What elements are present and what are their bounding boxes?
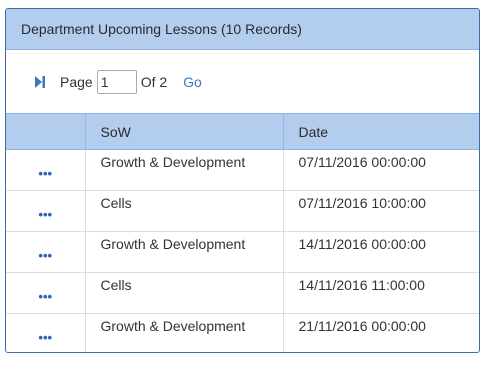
sow-cell: Growth & Development [84,149,283,191]
date-cell: 14/11/2016 00:00:00 [282,231,479,273]
column-header-actions [6,113,85,150]
sow-cell: Cells [84,190,283,232]
table-row: ••• Cells 07/11/2016 10:00:00 [6,190,479,232]
more-options-icon[interactable]: ••• [38,207,52,222]
go-link[interactable]: Go [183,74,202,90]
page-count-label: Of 2 [140,73,168,90]
panel-header: Department Upcoming Lessons (10 Records) [6,9,479,50]
lessons-table: SoW Date ••• Growth & Development 07/11/… [6,113,479,353]
pager: Page Of 2 Go [6,50,479,113]
date-cell: 21/11/2016 00:00:00 [282,313,479,352]
date-cell: 14/11/2016 11:00:00 [282,272,479,314]
row-actions-cell: ••• [6,231,85,273]
lessons-panel: Department Upcoming Lessons (10 Records)… [5,8,480,353]
panel-title: Department Upcoming Lessons (10 Records) [21,21,302,37]
page-number-input[interactable] [96,69,137,94]
column-header-sow[interactable]: SoW [84,113,283,150]
table-row: ••• Growth & Development 14/11/2016 00:0… [6,231,479,273]
table-header-row: SoW Date [6,113,479,150]
more-options-icon[interactable]: ••• [38,289,52,304]
table-row: ••• Growth & Development 21/11/2016 00:0… [6,313,479,353]
date-cell: 07/11/2016 00:00:00 [282,149,479,191]
page-label: Page [60,73,93,90]
sow-cell: Growth & Development [84,313,283,352]
more-options-icon[interactable]: ••• [38,330,52,345]
sow-cell: Growth & Development [84,231,283,273]
row-actions-cell: ••• [6,190,85,232]
more-options-icon[interactable]: ••• [38,248,52,263]
row-actions-cell: ••• [6,314,85,353]
column-header-date[interactable]: Date [282,113,479,150]
table-row: ••• Growth & Development 07/11/2016 00:0… [6,149,479,191]
more-options-icon[interactable]: ••• [38,166,52,181]
sow-cell: Cells [84,272,283,314]
row-actions-cell: ••• [6,149,85,191]
date-cell: 07/11/2016 10:00:00 [282,190,479,232]
row-actions-cell: ••• [6,272,85,314]
table-row: ••• Cells 14/11/2016 11:00:00 [6,272,479,314]
skip-next-icon[interactable] [34,75,46,89]
